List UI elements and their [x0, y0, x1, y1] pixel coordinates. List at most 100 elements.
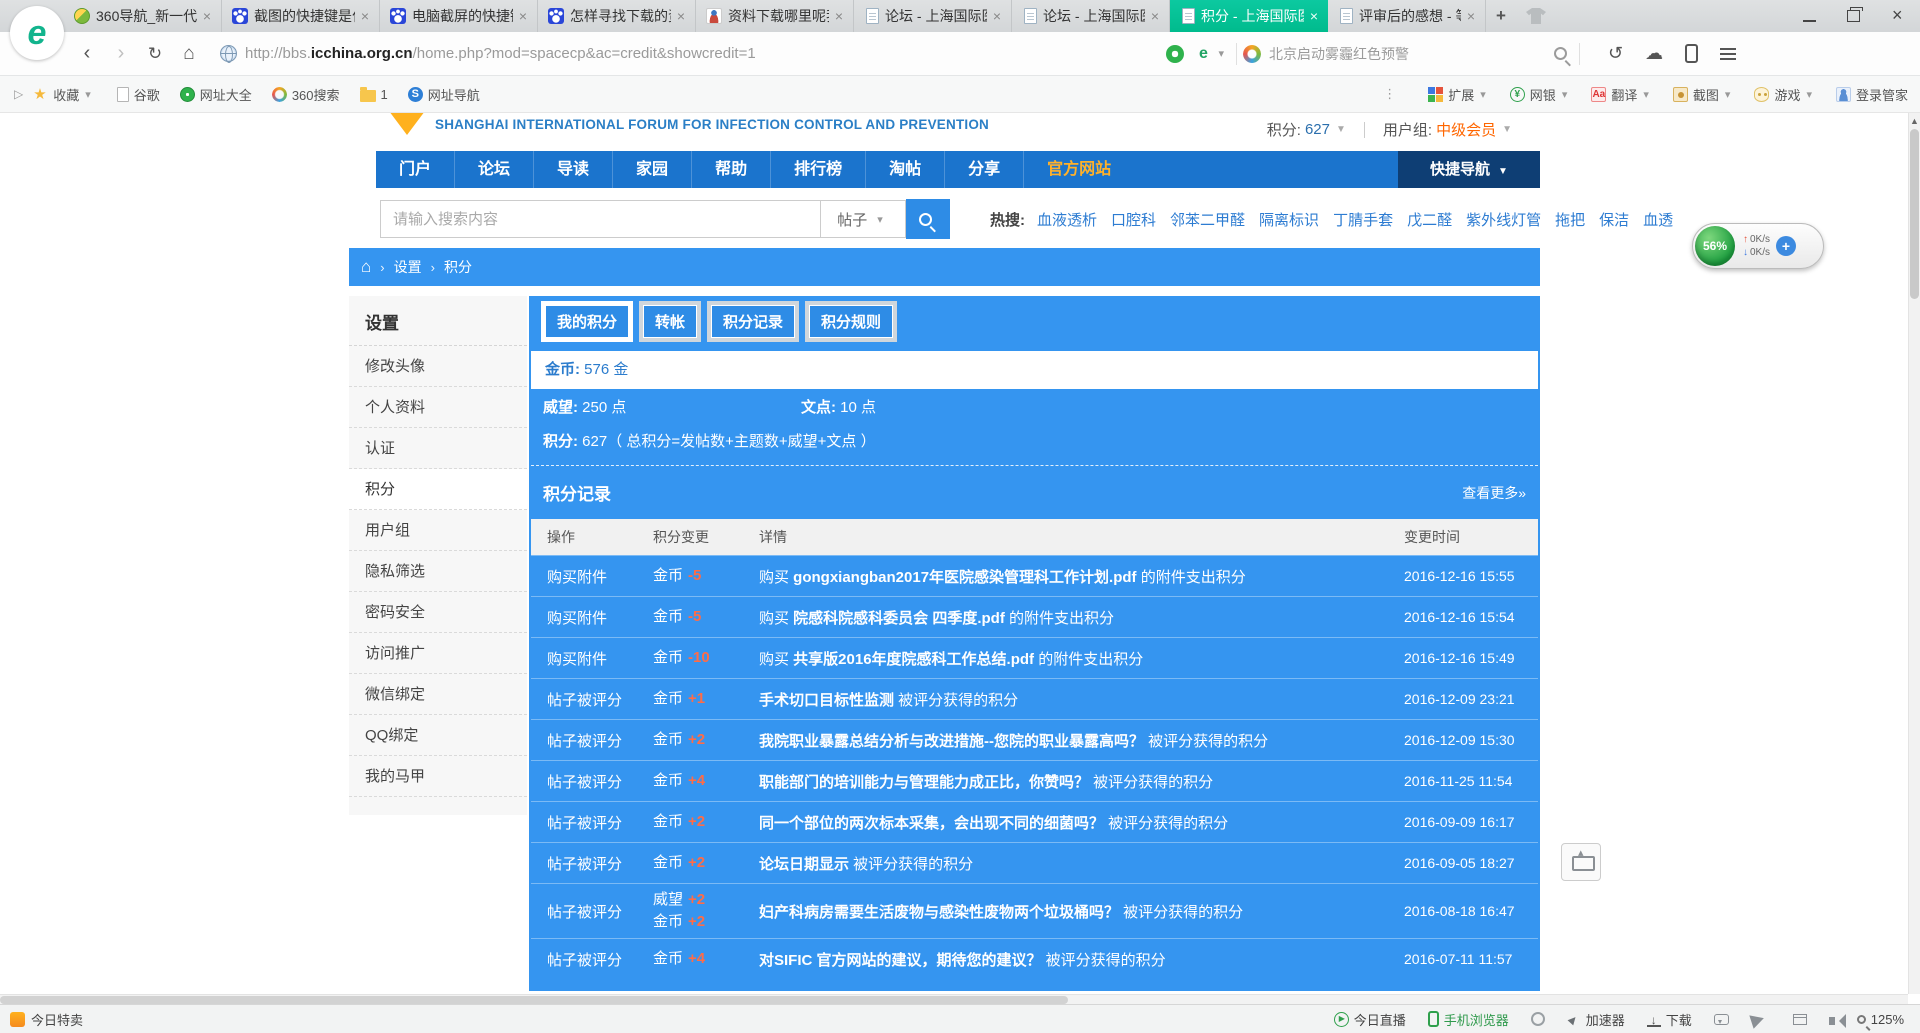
- close-tab-icon[interactable]: ×: [359, 8, 371, 24]
- bookmark-item[interactable]: 收藏: [33, 85, 97, 104]
- nav-item[interactable]: 家园: [612, 151, 691, 188]
- statusbar-item-加速器[interactable]: 加速器: [1567, 1010, 1625, 1029]
- skin-theme-icon[interactable]: [1526, 8, 1546, 24]
- detail-title-link[interactable]: 院感科院感科委员会 四季度.pdf: [793, 610, 1005, 627]
- detail-title-link[interactable]: 妇产科病房需要生活废物与感染性废物两个垃圾桶吗？: [759, 904, 1119, 921]
- hot-search-word[interactable]: 紫外线灯管: [1466, 209, 1541, 230]
- forward-button[interactable]: ›: [104, 42, 138, 65]
- breadcrumb-link[interactable]: 设置: [394, 257, 422, 277]
- chevron-down-icon[interactable]: [1336, 124, 1346, 135]
- detail-title-link[interactable]: 论坛日期显示: [759, 856, 849, 873]
- nav-item[interactable]: 导读: [533, 151, 612, 188]
- browser-search-box[interactable]: 北京启动雾霾红色预警: [1243, 39, 1573, 69]
- browser-tab[interactable]: 电脑截屏的快捷键×: [380, 0, 538, 32]
- network-speed-widget[interactable]: 56% 0K/s 0K/s +: [1692, 223, 1824, 269]
- minimize-button[interactable]: [1788, 0, 1832, 32]
- credit-tab[interactable]: 我的积分: [541, 301, 633, 342]
- credit-tab[interactable]: 转帐: [639, 301, 701, 342]
- daily-deals-button[interactable]: 今日特卖: [10, 1010, 83, 1029]
- browser-logo-icon[interactable]: e: [10, 6, 64, 60]
- toolbar-item[interactable]: 游戏: [1754, 85, 1818, 104]
- close-window-button[interactable]: [1876, 0, 1920, 32]
- sidebar-item-我的马甲[interactable]: 我的马甲: [349, 756, 527, 797]
- sidebar-item-密码安全[interactable]: 密码安全: [349, 592, 527, 633]
- statusbar-item-手机浏览器[interactable]: 手机浏览器: [1428, 1010, 1509, 1029]
- toolbar-item[interactable]: 扩展: [1428, 85, 1492, 104]
- nav-item[interactable]: 淘帖: [865, 151, 944, 188]
- hot-search-word[interactable]: 血液透析: [1037, 209, 1097, 230]
- close-tab-icon[interactable]: ×: [991, 8, 1003, 24]
- nav-item[interactable]: 门户: [376, 151, 454, 188]
- search-type-select[interactable]: 帖子: [820, 200, 906, 238]
- nav-item[interactable]: 帮助: [691, 151, 770, 188]
- add-widget-button[interactable]: +: [1776, 236, 1796, 256]
- close-tab-icon[interactable]: ×: [201, 8, 213, 24]
- browser-tab[interactable]: 截图的快捷键是什×: [222, 0, 380, 32]
- back-to-top-button[interactable]: [1561, 843, 1601, 881]
- address-input[interactable]: http://bbs.icchina.org.cn/home.php?mod=s…: [220, 38, 1230, 70]
- restore-tab-icon[interactable]: [1608, 43, 1623, 64]
- detail-title-link[interactable]: 职能部门的培训能力与管理能力成正比，你赞吗？: [759, 774, 1089, 791]
- sidebar-item-隐私筛选[interactable]: 隐私筛选: [349, 551, 527, 592]
- browser-tab[interactable]: 积分 - 上海国际医×: [1170, 0, 1328, 32]
- detail-title-link[interactable]: gongxiangban2017年医院感染管理科工作计划.pdf: [793, 569, 1136, 586]
- close-tab-icon[interactable]: ×: [517, 8, 529, 24]
- close-tab-icon[interactable]: ×: [1149, 8, 1161, 24]
- cloud-sync-icon[interactable]: [1645, 43, 1663, 64]
- bookmark-item[interactable]: 谷歌: [117, 85, 160, 104]
- snapshot-icon[interactable]: [1166, 45, 1184, 63]
- overflow-dots-icon[interactable]: [1383, 86, 1396, 102]
- chevron-down-icon[interactable]: [1218, 47, 1224, 60]
- scroll-up-arrow-icon[interactable]: [1909, 113, 1920, 126]
- statusbar-item[interactable]: [1751, 1012, 1771, 1026]
- vertical-scrollbar[interactable]: [1908, 113, 1920, 994]
- hot-search-word[interactable]: 拖把: [1555, 209, 1585, 230]
- statusbar-item-125%[interactable]: 125%: [1857, 1012, 1904, 1027]
- sidebar-item-积分[interactable]: 积分: [349, 469, 527, 510]
- hot-search-word[interactable]: 血透: [1643, 209, 1673, 230]
- browser-tab[interactable]: 资料下载哪里呢我×: [696, 0, 854, 32]
- bookmark-item[interactable]: 网址导航: [408, 85, 480, 104]
- bookmark-item[interactable]: 360搜索: [272, 85, 340, 104]
- hot-search-word[interactable]: 戊二醛: [1407, 209, 1452, 230]
- browser-tab[interactable]: 论坛 - 上海国际医×: [1012, 0, 1170, 32]
- scrollbar-thumb[interactable]: [1910, 129, 1919, 299]
- hot-search-word[interactable]: 保洁: [1599, 209, 1629, 230]
- extension-e-icon[interactable]: [1194, 45, 1212, 63]
- nav-item[interactable]: 论坛: [454, 151, 533, 188]
- statusbar-item[interactable]: [1793, 1014, 1807, 1025]
- statusbar-item-下载[interactable]: 下载: [1647, 1010, 1692, 1029]
- detail-title-link[interactable]: 同一个部位的两次标本采集，会出现不同的细菌吗？: [759, 815, 1104, 832]
- home-button[interactable]: ⌂: [172, 43, 206, 65]
- detail-title-link[interactable]: 我院职业暴露总结分析与改进措施--您院的职业暴露高吗？: [759, 733, 1144, 750]
- sidebar-item-修改头像[interactable]: 修改头像: [349, 346, 527, 387]
- credit-value[interactable]: 627: [1305, 121, 1330, 138]
- sidebar-item-认证[interactable]: 认证: [349, 428, 527, 469]
- horizontal-scrollbar[interactable]: [0, 994, 1908, 1004]
- collapse-bookmarks-icon[interactable]: [14, 87, 23, 101]
- maximize-button[interactable]: [1832, 0, 1876, 32]
- toolbar-item[interactable]: 网银: [1510, 85, 1574, 104]
- credit-tab[interactable]: 积分记录: [707, 301, 799, 342]
- hot-search-word[interactable]: 隔离标识: [1259, 209, 1319, 230]
- quick-nav-button[interactable]: 快捷导航: [1398, 151, 1540, 188]
- breadcrumb-link[interactable]: 积分: [444, 257, 472, 277]
- statusbar-item[interactable]: [1714, 1014, 1729, 1025]
- sidebar-item-个人资料[interactable]: 个人资料: [349, 387, 527, 428]
- statusbar-item[interactable]: [1531, 1012, 1545, 1026]
- hot-search-word[interactable]: 口腔科: [1111, 209, 1156, 230]
- close-tab-icon[interactable]: ×: [1308, 8, 1320, 24]
- nav-item[interactable]: 分享: [944, 151, 1023, 188]
- usergroup-value[interactable]: 中级会员: [1436, 119, 1496, 140]
- chevron-down-icon[interactable]: [1502, 124, 1512, 135]
- reload-button[interactable]: ↻: [138, 44, 172, 64]
- hot-search-word[interactable]: 邻苯二甲醛: [1170, 209, 1245, 230]
- sidebar-item-访问推广[interactable]: 访问推广: [349, 633, 527, 674]
- close-tab-icon[interactable]: ×: [675, 8, 687, 24]
- toolbar-item[interactable]: 截图: [1673, 85, 1737, 104]
- nav-item[interactable]: 排行榜: [770, 151, 865, 188]
- nav-item[interactable]: 官方网站: [1023, 151, 1134, 188]
- browser-tab[interactable]: 论坛 - 上海国际医×: [854, 0, 1012, 32]
- close-tab-icon[interactable]: ×: [833, 8, 845, 24]
- search-submit-button[interactable]: [906, 199, 950, 239]
